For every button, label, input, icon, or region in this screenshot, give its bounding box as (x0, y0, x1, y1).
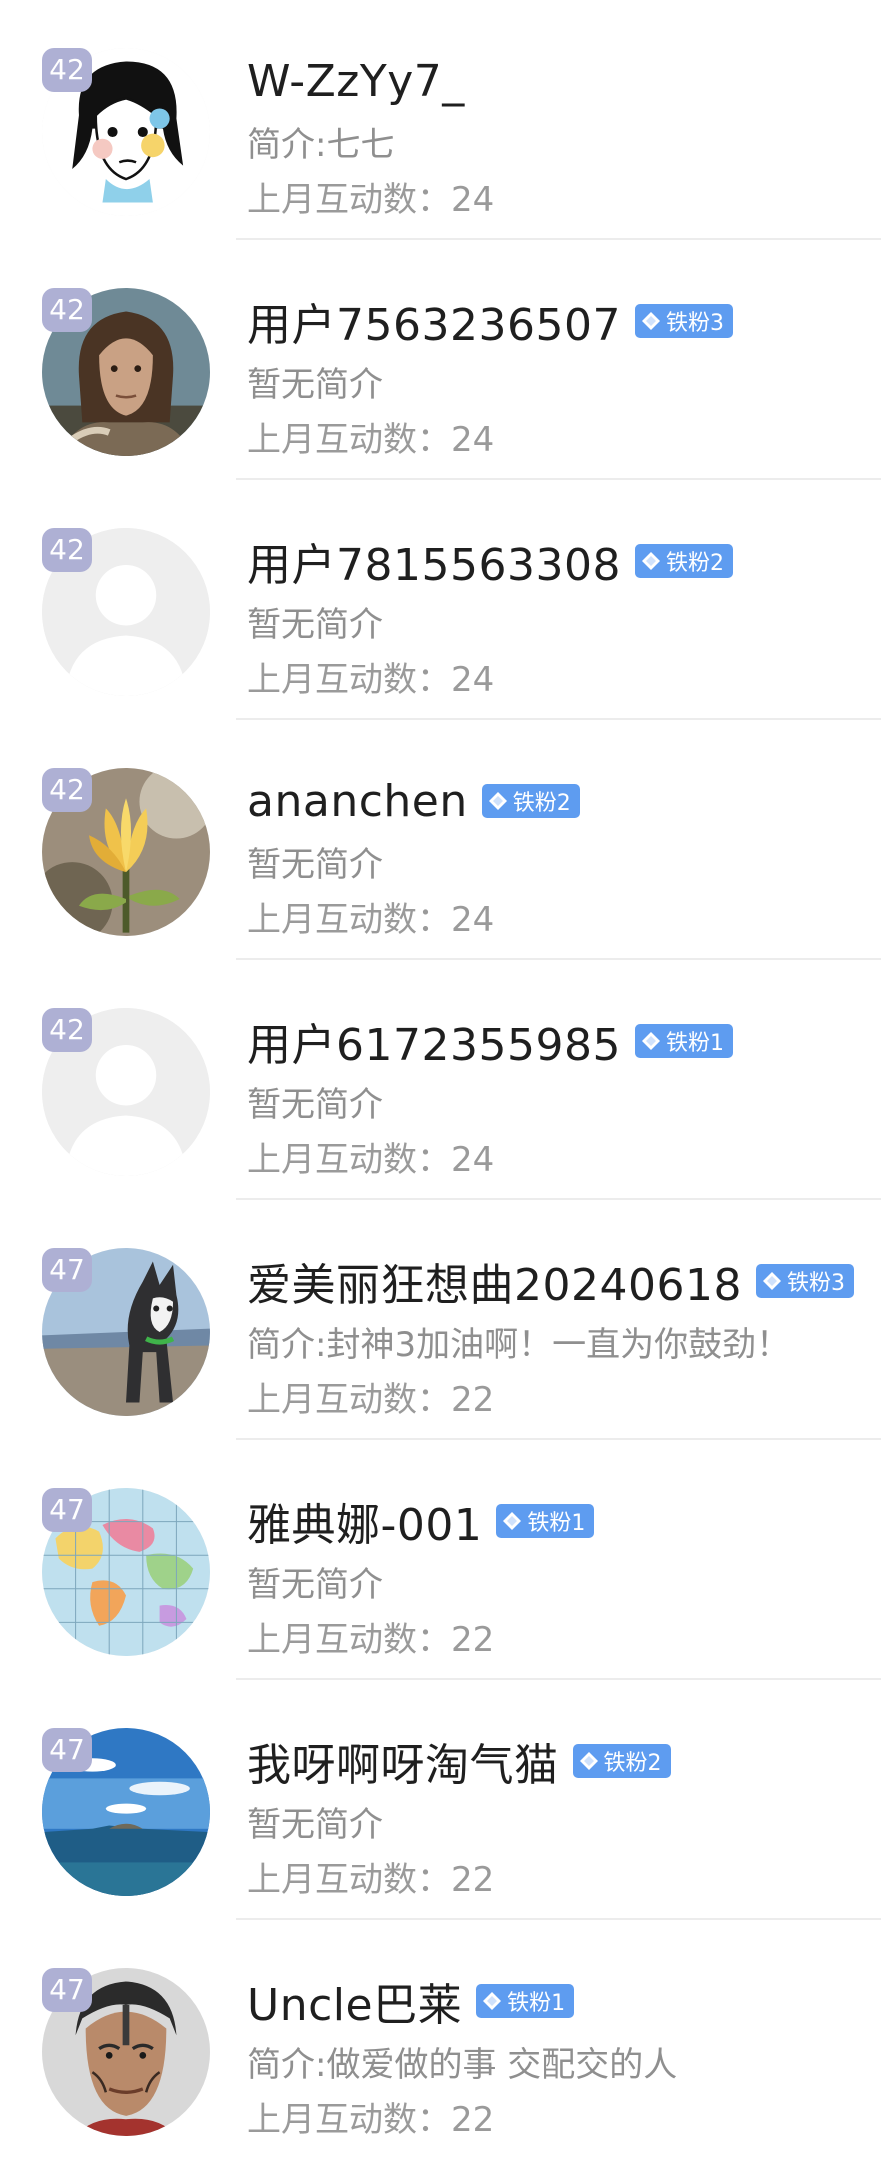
rank-badge: 42 (42, 528, 92, 572)
diamond-icon (641, 312, 660, 330)
user-bio: 暂无简介 (247, 1805, 383, 1845)
user-name[interactable]: 我呀啊呀淘气猫 (247, 1729, 559, 1793)
interaction-label: 上月互动数： (247, 2100, 451, 2140)
user-bio: 暂无简介 (247, 365, 383, 405)
interaction-count: 上月互动数：22 (247, 1612, 861, 1668)
fan-level-label: 铁粉1 (527, 1511, 586, 1536)
fan-list-item[interactable]: 42 W-ZzYy7_ 简介:七七 上月互动数：24 (0, 0, 881, 240)
diamond-icon (762, 1272, 781, 1290)
interaction-count: 上月互动数：24 (247, 172, 861, 228)
interaction-label: 上月互动数： (247, 660, 451, 700)
fan-list-item[interactable]: 47 雅典娜-001 铁粉1 暂无简介 上月互动数：22 (0, 1440, 881, 1680)
user-info: W-ZzYy7_ 简介:七七 上月互动数：24 (247, 52, 861, 228)
fan-list-item[interactable]: 47 我呀啊呀淘气猫 铁粉2 暂无简介 上月互动数：22 (0, 1680, 881, 1920)
fan-level-label: 铁粉3 (786, 1271, 845, 1296)
fan-level-badge: 铁粉2 (481, 784, 580, 818)
interaction-count: 上月互动数：22 (247, 2092, 861, 2148)
fan-level-badge: 铁粉2 (572, 1744, 671, 1778)
rank-badge: 47 (42, 1968, 92, 2012)
interaction-label: 上月互动数： (247, 900, 451, 940)
rank-badge: 42 (42, 1008, 92, 1052)
interaction-value: 24 (451, 420, 495, 460)
user-bio: 暂无简介 (247, 1085, 383, 1125)
interaction-value: 22 (451, 1620, 495, 1660)
interaction-value: 24 (451, 660, 495, 700)
interaction-count: 上月互动数：24 (247, 412, 861, 468)
rank-badge: 47 (42, 1488, 92, 1532)
user-bio: 简介:做爱做的事 交配交的人 (247, 2045, 678, 2085)
interaction-value: 24 (451, 1140, 495, 1180)
user-bio: 简介:七七 (247, 125, 395, 165)
rank-badge: 47 (42, 1248, 92, 1292)
interaction-value: 24 (451, 180, 495, 220)
user-bio: 暂无简介 (247, 845, 383, 885)
interaction-count: 上月互动数：22 (247, 1852, 861, 1908)
rank-badge: 42 (42, 768, 92, 812)
user-info: 爱美丽狂想曲20240618 铁粉3 简介:封神3加油啊！一直为你鼓劲！ 上月互… (247, 1252, 861, 1428)
diamond-icon (641, 552, 660, 570)
fan-list-item[interactable]: 42 用户7815563308 铁粉2 暂无简介 上月互动数：24 (0, 480, 881, 720)
interaction-label: 上月互动数： (247, 1140, 451, 1180)
interaction-value: 24 (451, 900, 495, 940)
rank-badge: 47 (42, 1728, 92, 1772)
user-info: ananchen 铁粉2 暂无简介 上月互动数：24 (247, 772, 861, 948)
fan-level-label: 铁粉2 (512, 791, 571, 816)
diamond-icon (641, 1032, 660, 1050)
interaction-value: 22 (451, 1860, 495, 1900)
fan-level-badge: 铁粉2 (634, 544, 733, 578)
fan-list-item[interactable]: 42 ananchen 铁粉2 暂无简介 上月互动数：24 (0, 720, 881, 960)
diamond-icon (488, 792, 507, 810)
user-name[interactable]: W-ZzYy7_ (247, 56, 465, 107)
fan-level-badge: 铁粉1 (634, 1024, 733, 1058)
interaction-label: 上月互动数： (247, 180, 451, 220)
user-info: 用户7815563308 铁粉2 暂无简介 上月互动数：24 (247, 532, 861, 708)
interaction-count: 上月互动数：22 (247, 1372, 861, 1428)
fan-level-label: 铁粉3 (665, 311, 724, 336)
user-bio: 简介:封神3加油啊！一直为你鼓劲！ (247, 1325, 791, 1365)
user-info: 我呀啊呀淘气猫 铁粉2 暂无简介 上月互动数：22 (247, 1732, 861, 1908)
user-info: 雅典娜-001 铁粉1 暂无简介 上月互动数：22 (247, 1492, 861, 1668)
interaction-value: 22 (451, 2100, 495, 2140)
fan-list-item[interactable]: 47 爱美丽狂想曲20240618 铁粉3 简介:封神3加油啊！一直为你鼓劲！ … (0, 1200, 881, 1440)
user-bio: 暂无简介 (247, 605, 383, 645)
user-info: 用户6172355985 铁粉1 暂无简介 上月互动数：24 (247, 1012, 861, 1188)
fan-level-badge: 铁粉3 (634, 304, 733, 338)
interaction-label: 上月互动数： (247, 420, 451, 460)
user-bio: 暂无简介 (247, 1565, 383, 1605)
diamond-icon (503, 1512, 522, 1530)
fan-list: 42 W-ZzYy7_ 简介:七七 上月互动数：24 42 用户75632365… (0, 0, 881, 2160)
user-info: 用户7563236507 铁粉3 暂无简介 上月互动数：24 (247, 292, 861, 468)
interaction-count: 上月互动数：24 (247, 652, 861, 708)
user-name[interactable]: 用户6172355985 (247, 1009, 621, 1073)
user-name[interactable]: 用户7563236507 (247, 289, 621, 353)
fan-level-badge: 铁粉1 (496, 1504, 595, 1538)
user-name[interactable]: Uncle巴莱 (247, 1969, 462, 2033)
fan-level-label: 铁粉1 (507, 1991, 566, 2016)
user-info: Uncle巴莱 铁粉1 简介:做爱做的事 交配交的人 上月互动数：22 (247, 1972, 861, 2148)
user-name[interactable]: 用户7815563308 (247, 529, 621, 593)
rank-badge: 42 (42, 288, 92, 332)
interaction-value: 22 (451, 1380, 495, 1420)
fan-level-label: 铁粉2 (665, 551, 724, 576)
fan-list-item[interactable]: 42 用户6172355985 铁粉1 暂无简介 上月互动数：24 (0, 960, 881, 1200)
diamond-icon (579, 1752, 598, 1770)
diamond-icon (483, 1992, 502, 2010)
interaction-count: 上月互动数：24 (247, 892, 861, 948)
user-name[interactable]: 爱美丽狂想曲20240618 (247, 1249, 742, 1313)
interaction-count: 上月互动数：24 (247, 1132, 861, 1188)
interaction-label: 上月互动数： (247, 1860, 451, 1900)
fan-list-item[interactable]: 47 Uncle巴莱 铁粉1 简介:做爱做的事 交配交的人 上月互动数：22 (0, 1920, 881, 2160)
rank-badge: 42 (42, 48, 92, 92)
user-name[interactable]: ananchen (247, 776, 468, 827)
interaction-label: 上月互动数： (247, 1380, 451, 1420)
interaction-label: 上月互动数： (247, 1620, 451, 1660)
user-name[interactable]: 雅典娜-001 (247, 1489, 482, 1553)
fan-level-label: 铁粉1 (665, 1031, 724, 1056)
fan-list-item[interactable]: 42 用户7563236507 铁粉3 暂无简介 上月互动数：24 (0, 240, 881, 480)
fan-level-label: 铁粉2 (603, 1751, 662, 1776)
fan-level-badge: 铁粉3 (755, 1264, 854, 1298)
fan-level-badge: 铁粉1 (476, 1984, 575, 2018)
